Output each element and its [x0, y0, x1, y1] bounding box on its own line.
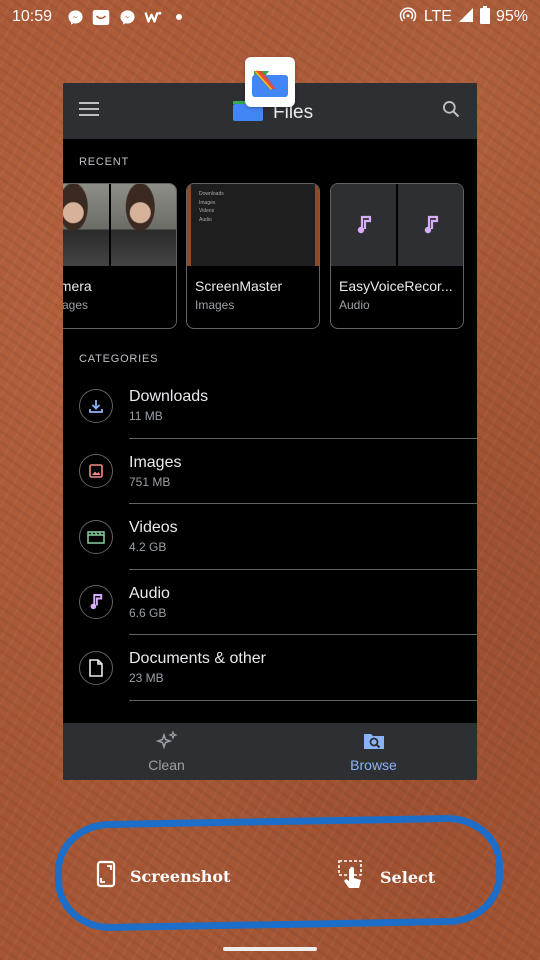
signal-icon: [458, 7, 474, 28]
category-images[interactable]: Images 751 MB: [63, 439, 477, 505]
document-icon: [79, 650, 113, 685]
recent-card-type: Images: [195, 298, 235, 312]
messenger-icon: [66, 8, 84, 26]
recent-card-type: Audio: [339, 298, 370, 312]
recent-card-camera[interactable]: amera mages: [63, 183, 177, 329]
category-size: 23 MB: [129, 671, 164, 686]
video-icon: [79, 519, 113, 554]
category-name: Images: [129, 453, 182, 471]
category-size: 751 MB: [129, 474, 171, 489]
recent-card-easyvoice[interactable]: EasyVoiceRecor... Audio: [330, 183, 464, 329]
nav-browse-tab[interactable]: Browse: [270, 723, 477, 780]
category-documents[interactable]: Documents & other 23 MB: [63, 635, 477, 701]
status-bar: 10:59 LTE 95%: [0, 0, 540, 34]
recent-card-type: mages: [63, 298, 89, 312]
status-time: 10:59: [12, 8, 53, 25]
status-indicators: LTE 95%: [398, 5, 528, 29]
download-icon: [79, 388, 113, 423]
category-audio[interactable]: Audio 6.6 GB: [63, 570, 477, 636]
category-name: Downloads: [129, 388, 209, 406]
nav-clean-label: Clean: [148, 756, 185, 773]
music-note-icon: [331, 184, 396, 266]
menu-icon[interactable]: [79, 101, 99, 121]
mail-app-icon: [92, 8, 110, 26]
recent-thumb-audio: [331, 184, 463, 266]
category-name: Documents & other: [129, 650, 266, 668]
battery-icon: [479, 5, 490, 29]
recent-card-screenmaster[interactable]: Downloads Images Videos Audio ScreenMast…: [186, 183, 320, 329]
music-icon: [79, 585, 113, 620]
recent-card-name: amera: [63, 278, 92, 294]
browse-folder-icon: [362, 731, 386, 754]
nav-browse-label: Browse: [350, 756, 397, 773]
category-name: Audio: [129, 584, 170, 602]
image-icon: [79, 454, 113, 489]
recent-files-row: amera mages Downloads Images Videos Audi…: [63, 183, 477, 329]
recent-section-label: RECENT: [79, 156, 130, 168]
select-label: Select: [380, 867, 436, 887]
network-type: LTE: [423, 8, 452, 25]
category-downloads[interactable]: Downloads 11 MB: [63, 373, 477, 439]
recent-thumb-photos: [63, 184, 176, 266]
w-app-icon: [144, 8, 162, 26]
categories-list: Downloads 11 MB Images 751 MB Videos 4.2…: [63, 373, 477, 701]
notification-icons: [66, 8, 188, 26]
recent-thumb-screenshot: Downloads Images Videos Audio: [187, 184, 319, 266]
screenshot-label: Screenshot: [130, 866, 231, 886]
category-name: Videos: [129, 519, 178, 537]
sparkle-icon: [155, 729, 179, 754]
messenger-icon-2: [118, 8, 136, 26]
hotspot-icon: [398, 6, 418, 29]
thumb-line: Audio: [199, 216, 212, 223]
screenshot-icon: [96, 860, 116, 892]
thumb-line: Videos: [199, 208, 215, 214]
home-gesture-bar[interactable]: [223, 947, 317, 951]
category-size: 11 MB: [129, 409, 163, 424]
categories-section-label: CATEGORIES: [79, 353, 159, 365]
files-app-icon[interactable]: [245, 57, 295, 107]
category-videos[interactable]: Videos 4.2 GB: [63, 504, 477, 570]
category-size: 4.2 GB: [129, 540, 167, 555]
recent-card-name: ScreenMaster: [195, 278, 283, 294]
battery-percent: 95%: [495, 8, 528, 25]
category-size: 6.6 GB: [129, 605, 167, 620]
more-notifications-dot-icon: [170, 8, 188, 26]
thumb-line: Images: [199, 199, 216, 206]
recent-card-name: EasyVoiceRecor...: [339, 278, 453, 294]
search-icon[interactable]: [441, 99, 461, 124]
select-touch-icon: [338, 860, 366, 894]
select-button[interactable]: Select: [338, 860, 435, 894]
music-note-icon: [396, 184, 463, 266]
nav-clean-tab[interactable]: Clean: [63, 723, 270, 780]
screenshot-button[interactable]: Screenshot: [96, 860, 230, 892]
thumb-line: Downloads: [199, 191, 224, 197]
bottom-navigation: Clean Browse: [63, 723, 477, 780]
files-app-card[interactable]: Files RECENT amera mages Downloads Image…: [63, 83, 477, 780]
